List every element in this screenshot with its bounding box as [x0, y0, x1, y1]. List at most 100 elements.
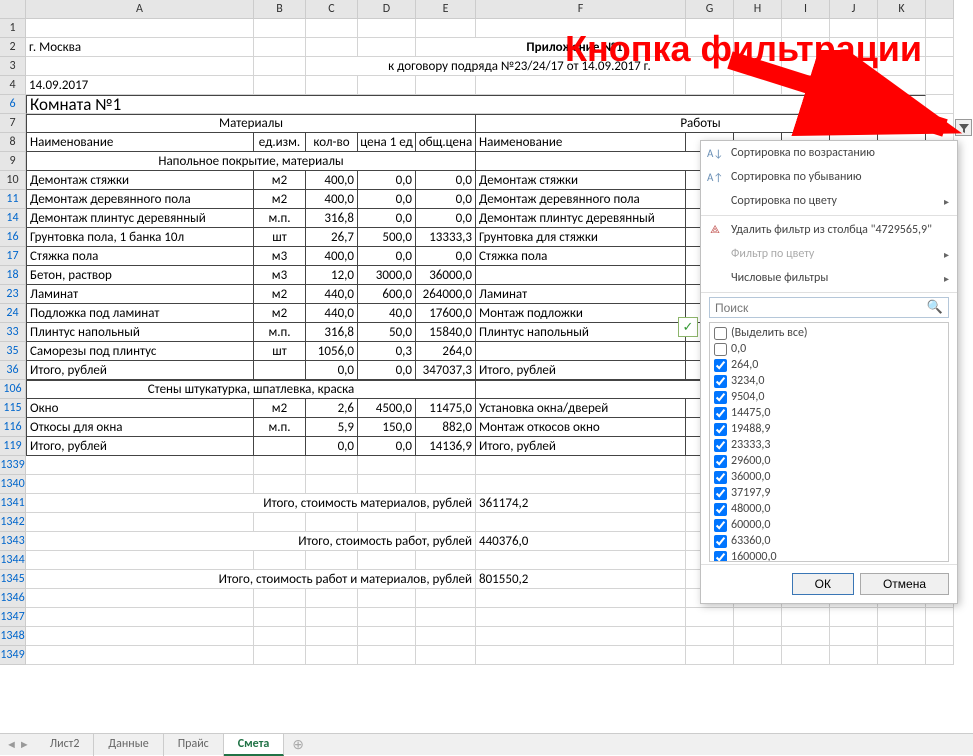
cell-total[interactable]: 0,0 [416, 190, 476, 209]
cell-unit[interactable]: м3 [254, 247, 306, 266]
cell-name[interactable]: Грунтовка пола, 1 банка 10л [26, 228, 254, 247]
cell-price[interactable]: 150,0 [358, 418, 416, 437]
filter-value-item[interactable]: 63360,0 [712, 533, 946, 549]
row-header[interactable]: 2 [0, 38, 26, 57]
row-header[interactable]: 1349 [0, 646, 26, 665]
cell-unit[interactable]: м2 [254, 399, 306, 418]
cell-unit[interactable]: шт [254, 342, 306, 361]
filter-checkbox[interactable] [714, 423, 727, 436]
cell-name[interactable]: Итого, рублей [26, 361, 254, 380]
column-header[interactable]: C [306, 0, 358, 19]
th-total[interactable]: общ.цена [416, 133, 476, 152]
row-header[interactable]: 18 [0, 266, 26, 285]
filter-value-item[interactable]: 23333,3 [712, 437, 946, 453]
filter-value-item[interactable]: 37197,9 [712, 485, 946, 501]
filter-checkbox[interactable] [714, 391, 727, 404]
row-header[interactable]: 11 [0, 190, 26, 209]
filter-value-item[interactable]: 9504,0 [712, 389, 946, 405]
total-value[interactable]: 361174,2 [476, 494, 686, 513]
column-header[interactable]: A [26, 0, 254, 19]
sort-by-color[interactable]: Сортировка по цвету▸ [701, 189, 957, 213]
add-sheet-button[interactable]: ⊕ [284, 733, 312, 756]
th-qty[interactable]: кол-во [306, 133, 358, 152]
sheet-tab[interactable]: Прайс [164, 734, 224, 756]
row-header[interactable]: 17 [0, 247, 26, 266]
cell-unit[interactable]: м2 [254, 190, 306, 209]
row-header[interactable]: 1342 [0, 513, 26, 532]
cell-work[interactable]: Ламинат [476, 285, 686, 304]
filter-value-item[interactable]: 14475,0 [712, 405, 946, 421]
filter-value-item[interactable]: 36000,0 [712, 469, 946, 485]
select-all-corner[interactable] [0, 0, 26, 19]
cell-qty[interactable]: 26,7 [306, 228, 358, 247]
row-header[interactable]: 4 [0, 76, 26, 95]
row-header[interactable]: 1344 [0, 551, 26, 570]
cell-qty[interactable]: 316,8 [306, 323, 358, 342]
filter-checkbox[interactable] [714, 551, 727, 563]
cell-price[interactable]: 600,0 [358, 285, 416, 304]
filter-value-item[interactable]: (Выделить все) [712, 325, 946, 341]
column-header[interactable]: F [476, 0, 686, 19]
column-header[interactable] [926, 0, 954, 19]
filter-checkbox[interactable] [714, 503, 727, 516]
filter-checkbox[interactable] [714, 407, 727, 420]
sheet-tab[interactable]: Лист2 [36, 734, 95, 756]
cell-name[interactable]: Саморезы под плинтус [26, 342, 254, 361]
row-header[interactable]: 9 [0, 152, 26, 171]
th-unit[interactable]: ед.изм. [254, 133, 306, 152]
cell-name[interactable]: Стяжка пола [26, 247, 254, 266]
room-title[interactable]: Комната №1 [26, 95, 926, 114]
cell-total[interactable]: 347037,3 [416, 361, 476, 380]
city-cell[interactable]: г. Москва [26, 38, 254, 57]
cell-qty[interactable]: 440,0 [306, 304, 358, 323]
cell-qty[interactable]: 0,0 [306, 437, 358, 456]
cell-unit[interactable]: шт [254, 228, 306, 247]
column-header[interactable]: D [358, 0, 416, 19]
cell-total[interactable]: 11475,0 [416, 399, 476, 418]
cell-unit[interactable]: м2 [254, 285, 306, 304]
cell-unit[interactable]: м.п. [254, 418, 306, 437]
filter-checkbox[interactable] [714, 487, 727, 500]
cell-work[interactable]: Демонтаж стяжки [476, 171, 686, 190]
row-header[interactable]: 1341 [0, 494, 26, 513]
row-header[interactable]: 35 [0, 342, 26, 361]
cell-name[interactable]: Окно [26, 399, 254, 418]
cell-name[interactable]: Бетон, раствор [26, 266, 254, 285]
cell-price[interactable]: 3000,0 [358, 266, 416, 285]
cell-price[interactable]: 40,0 [358, 304, 416, 323]
date-cell[interactable]: 14.09.2017 [26, 76, 254, 95]
cell-name[interactable]: Откосы для окна [26, 418, 254, 437]
cell-qty[interactable]: 400,0 [306, 171, 358, 190]
total-label[interactable]: Итого, стоимость материалов, рублей [26, 494, 476, 513]
row-header[interactable]: 1348 [0, 627, 26, 646]
filter-value-item[interactable]: 29600,0 [712, 453, 946, 469]
filter-value-item[interactable]: 264,0 [712, 357, 946, 373]
cell-total[interactable]: 0,0 [416, 247, 476, 266]
row-header[interactable]: 1346 [0, 589, 26, 608]
cell-work[interactable] [476, 266, 686, 285]
row-header[interactable]: 1347 [0, 608, 26, 627]
cell-price[interactable]: 0,0 [358, 437, 416, 456]
filter-dropdown-button[interactable] [955, 119, 972, 136]
row-header[interactable]: 1345 [0, 570, 26, 589]
cell-unit[interactable] [254, 437, 306, 456]
cell-price[interactable]: 0,0 [358, 361, 416, 380]
row-header[interactable]: 1340 [0, 475, 26, 494]
column-header[interactable]: I [782, 0, 830, 19]
sort-ascending[interactable]: A↓Сортировка по возрастанию [701, 141, 957, 165]
cell-total[interactable]: 36000,0 [416, 266, 476, 285]
tab-nav-next[interactable]: ► [19, 738, 30, 751]
cell-unit[interactable]: м.п. [254, 209, 306, 228]
cell-unit[interactable]: м2 [254, 304, 306, 323]
total-label[interactable]: Итого, стоимость работ и материалов, руб… [26, 570, 476, 589]
row-header[interactable]: 8 [0, 133, 26, 152]
row-header[interactable]: 1339 [0, 456, 26, 475]
row-header[interactable]: 7 [0, 114, 26, 133]
filter-value-item[interactable]: 0,0 [712, 341, 946, 357]
cell-name[interactable]: Демонтаж стяжки [26, 171, 254, 190]
cell-total[interactable]: 264,0 [416, 342, 476, 361]
cell-total[interactable]: 14136,9 [416, 437, 476, 456]
filter-checkbox[interactable] [714, 439, 727, 452]
cell-price[interactable]: 4500,0 [358, 399, 416, 418]
row-header[interactable]: 24 [0, 304, 26, 323]
